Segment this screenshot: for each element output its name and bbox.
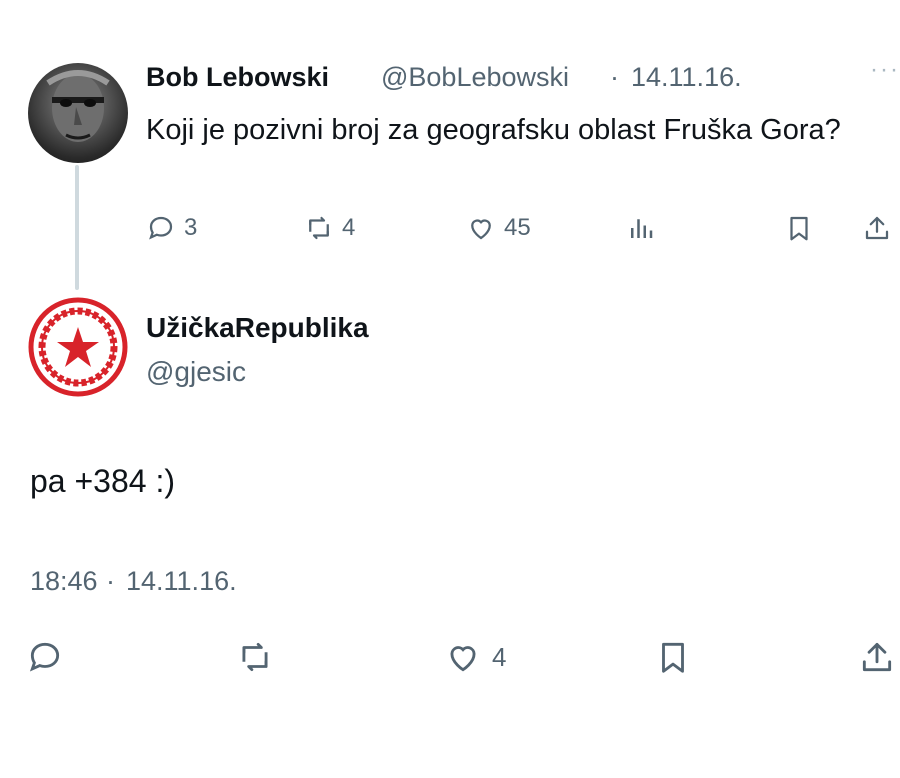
avatar-face-image <box>46 70 110 142</box>
separator-dot: · <box>106 566 115 596</box>
like-icon <box>450 646 476 672</box>
reply-button[interactable] <box>26 637 64 677</box>
views-button[interactable] <box>626 212 656 244</box>
retweet-icon <box>309 216 329 240</box>
separator-dot: · <box>610 62 619 92</box>
reply-icon <box>29 642 60 672</box>
author-handle[interactable]: @gjesic <box>146 356 246 388</box>
retweet-button[interactable] <box>236 637 274 677</box>
tweet-text: Koji je pozivni broj za geografsku oblas… <box>146 114 841 146</box>
reply-button[interactable]: 3 <box>146 212 197 244</box>
share-icon <box>865 216 889 240</box>
views-icon <box>631 219 653 238</box>
reply-icon <box>149 216 173 240</box>
like-count: 45 <box>504 214 531 241</box>
author-name[interactable]: UžičkaRepublika <box>146 312 369 344</box>
tweet-text: pa +384 :) <box>30 463 175 499</box>
like-button[interactable]: 45 <box>466 212 531 244</box>
uzicka-republika-logo <box>28 297 128 397</box>
bookmark-button[interactable] <box>654 637 692 677</box>
bookmark-button[interactable] <box>784 212 814 244</box>
retweet-button[interactable]: 4 <box>304 212 355 244</box>
author-handle[interactable]: @BobLebowski <box>381 62 569 93</box>
retweet-count: 4 <box>342 214 356 241</box>
bookmark-icon <box>790 216 808 241</box>
share-button[interactable] <box>862 212 892 244</box>
more-icon[interactable]: ··· <box>870 56 900 84</box>
tweet-time[interactable]: 18:46 <box>30 566 98 597</box>
reply-count: 3 <box>184 214 198 241</box>
tweet-date[interactable]: 14.11.16. <box>126 566 237 597</box>
retweet-icon <box>242 642 268 672</box>
like-button[interactable]: 4 <box>444 637 506 677</box>
tweet-date[interactable]: 14.11.16. <box>631 62 742 93</box>
bookmark-icon <box>662 642 684 673</box>
author-name[interactable]: Bob Lebowski <box>146 62 329 93</box>
thread-line <box>75 165 79 290</box>
like-icon <box>471 219 491 240</box>
like-count: 4 <box>492 641 507 672</box>
share-icon <box>862 642 892 672</box>
avatar-bob-lebowski[interactable] <box>28 63 128 163</box>
avatar-uzicka-republika[interactable] <box>28 297 128 397</box>
share-button[interactable] <box>858 637 896 677</box>
